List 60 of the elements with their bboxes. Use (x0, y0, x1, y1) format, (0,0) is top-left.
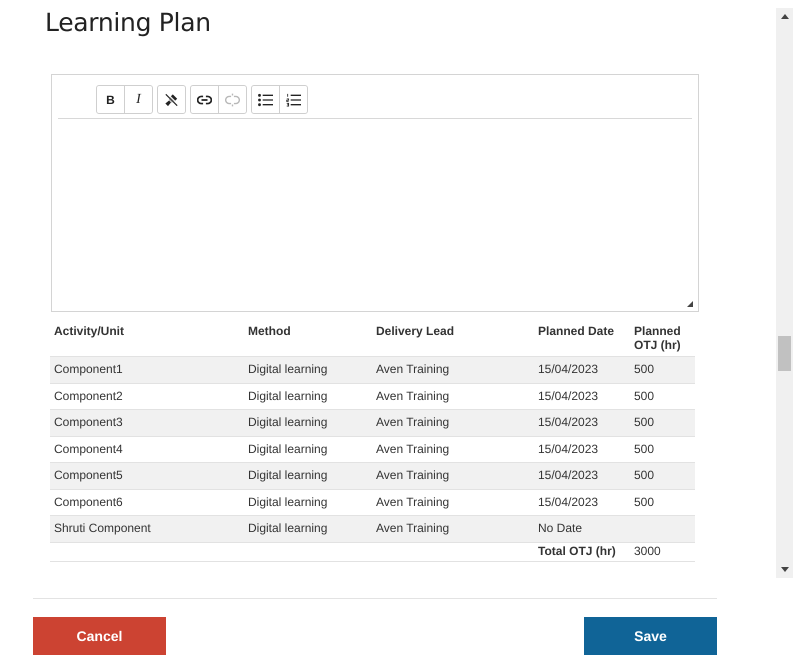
link-button[interactable] (190, 85, 219, 114)
total-value: 3000 (634, 544, 661, 558)
table-cell: Component3 (54, 415, 123, 429)
table-cell: 500 (634, 362, 654, 376)
broken-link-icon (225, 92, 240, 106)
table-cell: Component4 (54, 442, 123, 456)
link-icon (197, 94, 212, 104)
table-cell: Digital learning (248, 442, 328, 456)
table-cell: 15/04/2023 (538, 388, 598, 402)
cancel-button[interactable]: Cancel (33, 617, 166, 655)
clear-format-button[interactable] (157, 85, 186, 114)
table-cell: Digital learning (248, 468, 328, 482)
table-cell: 500 (634, 442, 654, 456)
bold-button[interactable]: B (96, 85, 125, 114)
table-cell: No Date (538, 521, 582, 535)
column-header: Planned OTJ (hr) (630, 318, 695, 356)
table-cell: 500 (634, 468, 654, 482)
table-cell: 500 (634, 415, 654, 429)
save-button[interactable]: Save (584, 617, 717, 655)
table-cell: Component6 (54, 494, 123, 508)
table-cell: Component5 (54, 468, 123, 482)
table-cell: Component2 (54, 388, 123, 402)
table-cell: Aven Training (376, 415, 450, 429)
table-cell: Aven Training (376, 494, 450, 508)
table-cell: Shruti Component (54, 521, 151, 535)
italic-button[interactable]: I (124, 85, 153, 114)
caret-down-icon[interactable] (780, 567, 788, 572)
column-header: Method (244, 318, 372, 356)
brush-slash-icon (164, 92, 179, 106)
table-cell: Digital learning (248, 415, 328, 429)
caret-up-icon[interactable] (780, 14, 788, 19)
table-cell: Aven Training (376, 521, 450, 535)
table-cell: Digital learning (248, 362, 328, 376)
table-cell: 15/04/2023 (538, 494, 598, 508)
table-cell: Aven Training (376, 362, 450, 376)
table-cell: Digital learning (248, 494, 328, 508)
table-cell: Aven Training (376, 468, 450, 482)
table-cell: 500 (634, 388, 654, 402)
scrollbar-thumb[interactable] (778, 336, 791, 371)
table-cell: 15/04/2023 (538, 362, 598, 376)
column-header: Activity/Unit (50, 318, 244, 356)
table-cell: 500 (634, 494, 654, 508)
scrollbar-track[interactable] (776, 8, 793, 578)
table-cell: 15/04/2023 (538, 442, 598, 456)
bullet-list-icon (258, 92, 273, 106)
resize-handle-icon[interactable] (687, 301, 693, 307)
total-label: Total OTJ (hr) (538, 544, 616, 558)
table-cell: Digital learning (248, 521, 328, 535)
table-cell: Aven Training (376, 442, 450, 456)
numbered-list-button[interactable] (279, 85, 308, 114)
table-cell: Component1 (54, 362, 123, 376)
column-header: Delivery Lead (372, 318, 534, 356)
table-cell: 15/04/2023 (538, 468, 598, 482)
table-cell: Aven Training (376, 388, 450, 402)
numbered-list-icon (286, 92, 301, 106)
column-header: Planned Date (534, 318, 630, 356)
bullet-list-button[interactable] (251, 85, 280, 114)
page-title: Learning Plan (45, 8, 211, 38)
table-cell: Digital learning (248, 388, 328, 402)
table-cell: 15/04/2023 (538, 415, 598, 429)
